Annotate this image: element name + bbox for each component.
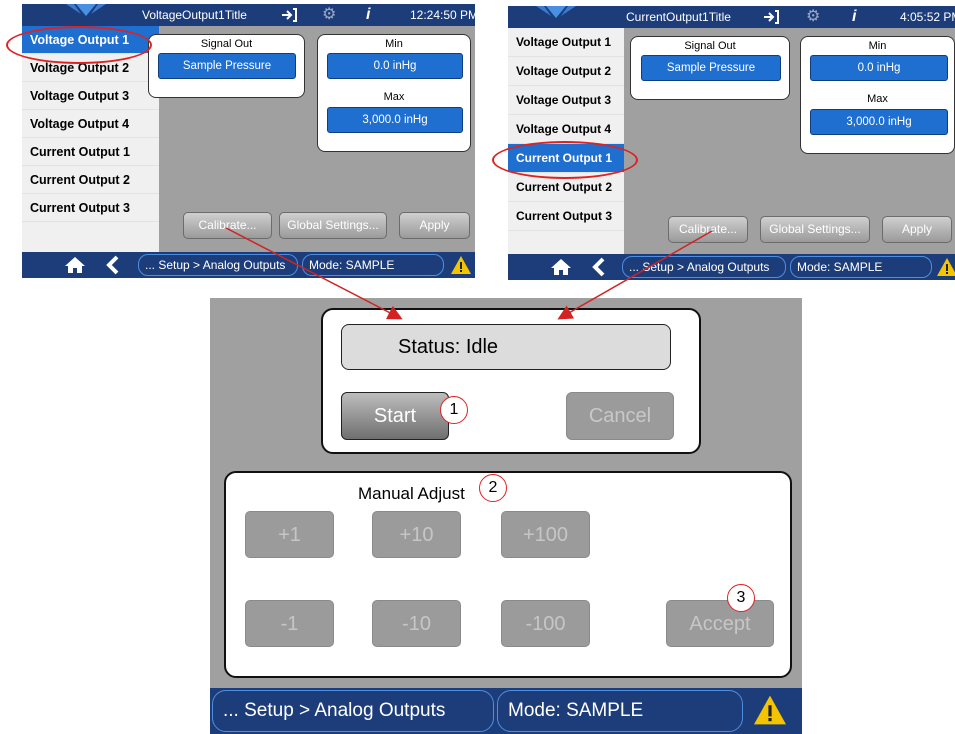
sidebar-item-current-output-2[interactable]: Current Output 2: [22, 166, 159, 194]
calibrate-button[interactable]: Calibrate...: [668, 216, 748, 243]
callout-1: 1: [440, 396, 468, 424]
cancel-button[interactable]: Cancel: [566, 392, 674, 440]
screen-title: CurrentOutput1Title: [626, 10, 731, 24]
signal-out-label: Signal Out: [200, 38, 253, 50]
breadcrumb[interactable]: ... Setup > Analog Outputs: [138, 254, 298, 276]
min-label: Min: [385, 38, 403, 50]
increment-1-button[interactable]: +1: [245, 511, 334, 558]
max-label: Max: [867, 93, 888, 105]
clock: 12:24:50 PM: [410, 8, 475, 22]
back-icon[interactable]: [592, 257, 606, 277]
max-label: Max: [383, 91, 405, 103]
min-label: Min: [868, 40, 887, 52]
global-settings-button[interactable]: Global Settings...: [279, 212, 387, 239]
min-input[interactable]: 0.0 inHg: [327, 53, 463, 79]
global-settings-button[interactable]: Global Settings...: [760, 216, 870, 243]
breadcrumb[interactable]: ... Setup > Analog Outputs: [212, 690, 494, 732]
increment-10-button[interactable]: +10: [372, 511, 461, 558]
sidebar-item-voltage-output-3[interactable]: Voltage Output 3: [508, 86, 624, 115]
home-icon[interactable]: [64, 256, 86, 274]
sidebar-item-voltage-output-3[interactable]: Voltage Output 3: [22, 82, 159, 110]
bottom-bar: ... Setup > Analog Outputs Mode: SAMPLE: [508, 254, 955, 280]
highlight-voltage-output-1: [6, 26, 152, 64]
info-icon[interactable]: i: [366, 6, 370, 24]
manual-adjust-panel: Manual Adjust +1 +10 +100 -1 -10 -100 Ac…: [224, 471, 792, 678]
status-box: Status: Idle: [341, 324, 671, 370]
gear-icon[interactable]: ⚙: [322, 6, 336, 24]
sidebar-item-current-output-1[interactable]: Current Output 1: [22, 138, 159, 166]
warning-icon[interactable]: [936, 257, 955, 277]
home-icon[interactable]: [550, 258, 572, 276]
breadcrumb[interactable]: ... Setup > Analog Outputs: [622, 256, 786, 278]
decrement-1-button[interactable]: -1: [245, 600, 334, 647]
highlight-current-output-1: [492, 141, 638, 179]
apply-button[interactable]: Apply: [399, 212, 470, 239]
mode-indicator: Mode: SAMPLE: [302, 254, 444, 276]
mode-indicator: Mode: SAMPLE: [790, 256, 932, 278]
bottom-bar: ... Setup > Analog Outputs Mode: SAMPLE: [22, 252, 475, 278]
callout-3: 3: [727, 584, 755, 612]
exit-icon[interactable]: [280, 6, 298, 29]
min-input[interactable]: 0.0 inHg: [810, 55, 948, 81]
decrement-10-button[interactable]: -10: [372, 600, 461, 647]
warning-icon[interactable]: [752, 694, 788, 726]
warning-icon[interactable]: [450, 255, 472, 275]
sidebar-item-current-output-3[interactable]: Current Output 3: [508, 202, 624, 231]
min-max-card: Min 0.0 inHg Max 3,000.0 inHg: [317, 34, 471, 152]
signal-out-card: Signal Out Sample Pressure: [148, 34, 305, 98]
sidebar-item-voltage-output-4[interactable]: Voltage Output 4: [508, 115, 624, 144]
calibrate-screen: Status: Idle Start Cancel Manual Adjust …: [210, 298, 802, 734]
signal-out-card: Signal Out Sample Pressure: [630, 36, 790, 100]
calibrate-button[interactable]: Calibrate...: [183, 212, 272, 239]
bottom-bar: ... Setup > Analog Outputs Mode: SAMPLE: [210, 688, 802, 734]
sidebar-item-current-output-3[interactable]: Current Output 3: [22, 194, 159, 222]
max-input[interactable]: 3,000.0 inHg: [810, 109, 948, 135]
clock: 4:05:52 PM: [900, 10, 955, 24]
sidebar-item-voltage-output-4[interactable]: Voltage Output 4: [22, 110, 159, 138]
top-bar: CurrentOutput1Title ⚙ i 4:05:52 PM: [508, 6, 955, 28]
signal-out-label: Signal Out: [684, 40, 736, 52]
accept-button[interactable]: Accept: [666, 600, 774, 647]
gear-icon[interactable]: ⚙: [806, 8, 820, 26]
decrement-100-button[interactable]: -100: [501, 600, 590, 647]
start-button[interactable]: Start: [341, 392, 449, 440]
callout-2: 2: [479, 474, 507, 502]
top-bar: VoltageOutput1Title ⚙ i 12:24:50 PM: [22, 4, 475, 26]
sidebar-item-voltage-output-1[interactable]: Voltage Output 1: [508, 28, 624, 57]
increment-100-button[interactable]: +100: [501, 511, 590, 558]
status-panel: Status: Idle Start Cancel: [321, 308, 701, 454]
info-icon[interactable]: i: [852, 8, 856, 26]
min-max-card: Min 0.0 inHg Max 3,000.0 inHg: [800, 36, 955, 154]
exit-icon[interactable]: [762, 8, 780, 31]
mode-indicator: Mode: SAMPLE: [497, 690, 743, 732]
signal-out-select[interactable]: Sample Pressure: [641, 55, 781, 81]
max-input[interactable]: 3,000.0 inHg: [327, 107, 463, 133]
apply-button[interactable]: Apply: [882, 216, 952, 243]
signal-out-select[interactable]: Sample Pressure: [158, 53, 296, 79]
logo-icon: [66, 4, 106, 16]
back-icon[interactable]: [106, 255, 120, 275]
screen-title: VoltageOutput1Title: [142, 8, 247, 22]
logo-icon: [536, 6, 576, 18]
sidebar-item-voltage-output-2[interactable]: Voltage Output 2: [508, 57, 624, 86]
manual-adjust-label: Manual Adjust: [358, 484, 465, 503]
